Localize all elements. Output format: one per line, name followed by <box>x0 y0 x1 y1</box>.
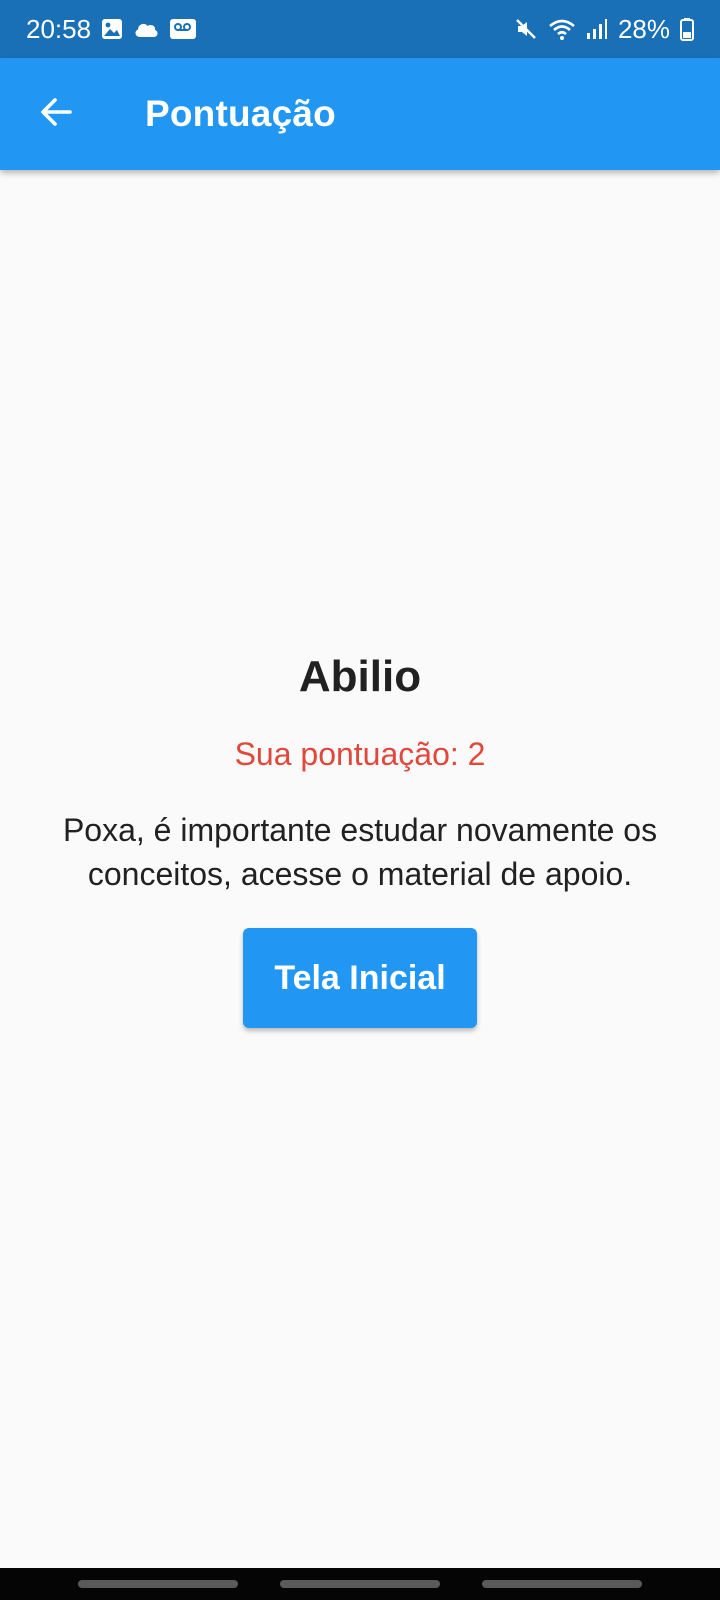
image-icon <box>101 18 123 40</box>
status-right: 28% <box>514 14 694 45</box>
signal-icon <box>586 18 608 40</box>
cloud-icon <box>133 20 159 38</box>
back-button[interactable] <box>28 86 84 142</box>
player-name: Abilio <box>298 652 422 701</box>
result-content: Abilio Sua pontuação: 2 Poxa, é importan… <box>0 640 720 1028</box>
page-title: Pontuação <box>145 93 336 134</box>
feedback-message: Poxa, é importante estudar novamente os … <box>62 812 658 892</box>
battery-text: 28% <box>617 13 670 44</box>
system-nav-bar <box>0 1568 720 1600</box>
nav-home-handle[interactable] <box>280 1580 440 1588</box>
status-bar: 20:58 28% <box>0 0 720 58</box>
arrow-back-icon <box>38 94 74 135</box>
home-button[interactable]: Tela Inicial <box>243 928 477 1028</box>
score-text: Sua pontuação: 2 <box>234 736 486 772</box>
status-time: 20:58 <box>26 13 92 44</box>
nav-recents-handle[interactable] <box>78 1580 238 1588</box>
mute-icon <box>514 17 538 41</box>
battery-icon <box>680 17 694 41</box>
voicemail-icon <box>169 18 197 40</box>
nav-back-handle[interactable] <box>482 1580 642 1588</box>
app-bar: Pontuação <box>0 58 720 170</box>
wifi-icon <box>548 17 576 41</box>
status-left: 20:58 <box>26 14 197 45</box>
